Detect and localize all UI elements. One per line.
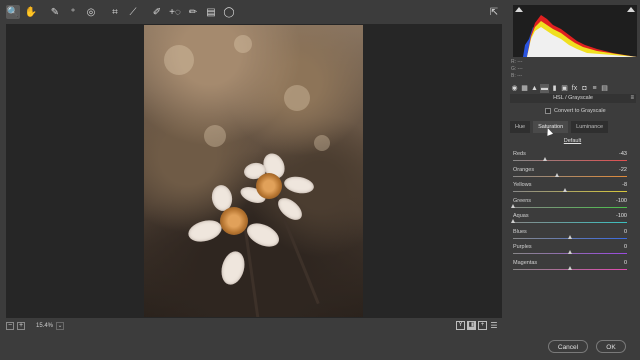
shadow-clipping-icon[interactable] (515, 7, 523, 12)
tab-luminance[interactable]: Luminance (571, 121, 609, 133)
split-toning-icon[interactable]: ▮ (550, 84, 559, 93)
adjustment-panel: R: --- G: --- B: --- ◉ ▦ ▲ ▬ ▮ ▣ fx ◘ ≡ ▤ HSL / G… (505, 0, 640, 336)
radial-filter-icon[interactable]: ◯ (222, 5, 236, 19)
snapshots-icon[interactable]: ▤ (600, 84, 609, 93)
slider-label: Aquas (513, 213, 529, 219)
basic-icon[interactable]: ◉ (510, 84, 519, 93)
g-value: --- (517, 66, 523, 72)
hsl-tabs: Hue Saturation Luminance (510, 121, 636, 133)
slider-value[interactable]: -100 (616, 213, 627, 219)
convert-grayscale-checkbox[interactable] (545, 108, 551, 114)
slider-track[interactable] (513, 175, 627, 177)
panel-tabs: ◉ ▦ ▲ ▬ ▮ ▣ fx ◘ ≡ ▤ (510, 84, 636, 93)
slider-value[interactable]: -22 (619, 167, 627, 173)
detail-icon[interactable]: ▲ (530, 84, 539, 93)
before-after-split-icon[interactable]: ◧ (467, 321, 476, 330)
slider-thumb[interactable] (510, 203, 515, 208)
zoom-dropdown[interactable]: ⌄ (56, 322, 65, 330)
slider-value[interactable]: 0 (624, 260, 627, 266)
slider-value[interactable]: 0 (624, 229, 627, 235)
r-value: --- (517, 59, 523, 65)
spot-removal-icon[interactable]: ✐ (150, 5, 164, 19)
slider-label: Oranges (513, 166, 535, 173)
b-value: --- (517, 73, 523, 79)
zoom-icon[interactable]: 🔍 (6, 5, 20, 19)
settings-icon[interactable]: ☰ (489, 321, 499, 330)
slider-magentas[interactable]: Magentas 0 (513, 260, 635, 274)
crop-icon[interactable]: ⌗ (108, 5, 122, 19)
slider-value[interactable]: -43 (619, 151, 627, 157)
presets-icon[interactable]: ≡ (590, 84, 599, 93)
slider-yellows[interactable]: Yellows -8 (513, 182, 635, 196)
slider-label: Greens (513, 197, 532, 204)
panel-menu-icon[interactable]: ≡ (630, 94, 634, 103)
tab-hue[interactable]: Hue (510, 121, 531, 133)
slider-thumb[interactable] (562, 188, 567, 192)
slider-track[interactable] (513, 206, 627, 208)
cancel-button[interactable]: Cancel (548, 340, 588, 353)
adjustment-brush-icon[interactable]: ✏ (186, 5, 200, 19)
rgb-readout: R: --- G: --- B: --- (511, 59, 635, 81)
slider-label: Magentas (513, 259, 538, 266)
effects-icon[interactable]: fx (570, 84, 579, 93)
white-balance-icon[interactable]: ✎ (48, 5, 62, 19)
lens-icon[interactable]: ▣ (560, 84, 569, 93)
straighten-icon[interactable]: ⟋ (126, 5, 140, 19)
slider-oranges[interactable]: Oranges -22 (513, 167, 635, 181)
histogram-graph (523, 15, 637, 57)
slider-thumb[interactable] (567, 265, 572, 270)
highlight-clipping-icon[interactable] (627, 7, 635, 12)
preview-image[interactable] (144, 25, 363, 317)
slider-thumb[interactable] (567, 234, 572, 239)
convert-grayscale-label: Convert to Grayscale (554, 108, 606, 114)
slider-track[interactable] (513, 222, 627, 223)
slider-track[interactable] (513, 191, 627, 192)
slider-label: Blues (513, 228, 527, 235)
camera-calibration-icon[interactable]: ◘ (580, 84, 589, 93)
before-after-y-icon[interactable]: Y (456, 321, 465, 330)
convert-grayscale-row[interactable]: Convert to Grayscale (545, 108, 606, 114)
export-icon[interactable]: ⇱ (487, 5, 501, 19)
slider-value[interactable]: 0 (624, 244, 627, 250)
slider-value[interactable]: -100 (616, 198, 627, 204)
before-after-toggle-icon[interactable]: + (478, 321, 487, 330)
slider-track[interactable] (513, 160, 627, 161)
zoom-out-button[interactable]: − (6, 322, 14, 330)
tool-bar: 🔍 ✋ ✎ ⁺ ◎ ⌗ ⟋ ✐ +◌ ✏ ▤ ◯ (0, 0, 505, 24)
slider-thumb[interactable] (542, 157, 547, 161)
slider-blues[interactable]: Blues 0 (513, 229, 635, 243)
view-buttons: Y ◧ + ☰ (456, 321, 499, 330)
hand-icon[interactable]: ✋ (24, 5, 38, 19)
red-eye-icon[interactable]: +◌ (168, 5, 182, 19)
slider-aquas[interactable]: Aquas -100 (510, 213, 635, 227)
slider-thumb[interactable] (554, 172, 559, 177)
tone-curve-icon[interactable]: ▦ (520, 84, 529, 93)
default-link[interactable]: Default (505, 138, 640, 144)
graduated-filter-icon[interactable]: ▤ (204, 5, 218, 19)
slider-thumb[interactable] (567, 250, 572, 254)
slider-label: Yellows (513, 182, 532, 188)
slider-greens[interactable]: Greens -100 (510, 197, 635, 212)
status-bar: − + 15.4% ⌄ (6, 320, 502, 332)
zoom-level: 15.4% (36, 323, 54, 329)
b-label: B: (511, 73, 516, 79)
g-label: G: (511, 66, 517, 72)
section-title: HSL / Grayscale (553, 95, 593, 101)
slider-thumb[interactable] (510, 219, 515, 223)
slider-label: Purples (513, 244, 532, 250)
histogram (513, 5, 637, 57)
slider-label: Reds (513, 151, 526, 157)
hsl-icon[interactable]: ▬ (540, 84, 549, 93)
r-label: R: (511, 59, 516, 65)
color-sampler-icon[interactable]: ⁺ (66, 5, 80, 19)
section-header: HSL / Grayscale ≡ (510, 94, 636, 103)
slider-value[interactable]: -8 (622, 182, 627, 188)
targeted-adjustment-icon[interactable]: ◎ (84, 5, 98, 19)
ok-button[interactable]: OK (596, 340, 626, 353)
slider-purples[interactable]: Purples 0 (513, 244, 635, 258)
slider-reds[interactable]: Reds -43 (513, 151, 635, 165)
zoom-in-button[interactable]: + (17, 322, 25, 330)
